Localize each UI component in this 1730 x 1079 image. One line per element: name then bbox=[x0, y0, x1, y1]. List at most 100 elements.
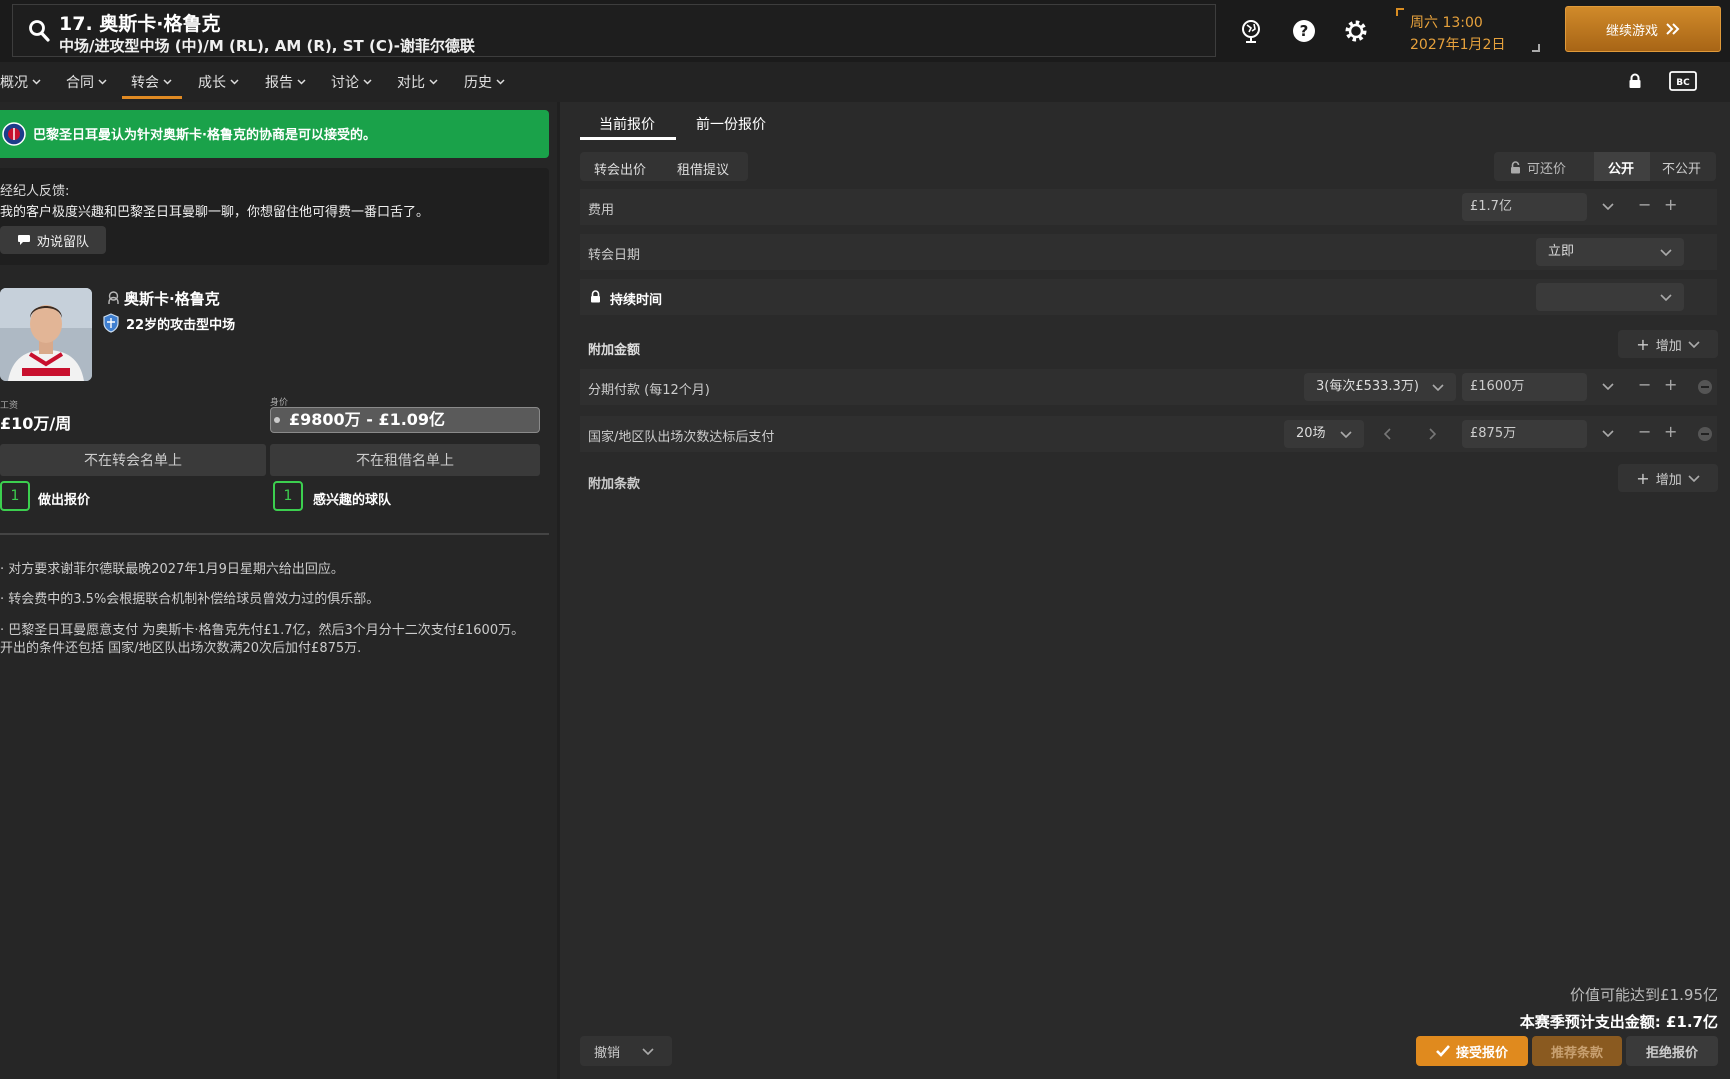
fee-row: 费用 £1.7亿 − + bbox=[580, 189, 1717, 225]
caps-amount-input[interactable]: £875万 bbox=[1462, 420, 1587, 448]
potential-value-text: 价值可能达到£1.95亿 bbox=[1570, 986, 1718, 1004]
loan-list-status: 不在租借名单上 bbox=[356, 453, 454, 469]
value-range[interactable]: £9800万 - £1.09亿 bbox=[270, 407, 540, 433]
broadcast-mode-icon[interactable]: BC bbox=[1668, 70, 1698, 92]
help-icon[interactable]: ? bbox=[1289, 16, 1319, 46]
player-search-box[interactable]: 17. 奥斯卡·格鲁克 中场/进攻型中场 (中)/M (RL), AM (R),… bbox=[12, 4, 1216, 57]
caps-decrease-button[interactable]: − bbox=[1638, 422, 1651, 441]
chevron-down-icon bbox=[1660, 294, 1672, 301]
chevron-down-icon[interactable] bbox=[1602, 383, 1614, 390]
transfer-date-row: 转会日期 立即 bbox=[580, 234, 1717, 270]
nav-discussion[interactable]: 讨论 bbox=[331, 72, 372, 92]
lock-icon[interactable] bbox=[590, 290, 601, 303]
profile-nav: 概况 合同 转会 成长 报告 讨论 对比 历史 BC bbox=[0, 62, 1730, 102]
double-chevron-right-icon bbox=[1666, 23, 1680, 35]
chevron-down-icon bbox=[297, 79, 306, 85]
value-range-text: £9800万 - £1.09亿 bbox=[289, 410, 446, 429]
date-corner-decoration bbox=[1532, 44, 1540, 52]
interested-count-badge[interactable]: 1 bbox=[273, 481, 303, 511]
globe-icon[interactable] bbox=[1236, 16, 1266, 46]
nav-reports[interactable]: 报告 bbox=[265, 72, 306, 92]
game-date[interactable]: 周六 13:00 2027年1月2日 bbox=[1396, 8, 1540, 53]
tab-previous-offer[interactable]: 前一份报价 bbox=[696, 114, 766, 134]
fee-increase-button[interactable]: + bbox=[1664, 195, 1677, 214]
offer-type-transfer[interactable]: 转会出价 bbox=[594, 159, 646, 178]
caps-increase-button[interactable]: + bbox=[1664, 422, 1677, 441]
suggest-label: 推荐条款 bbox=[1550, 1045, 1603, 1061]
add-clause-button[interactable]: + 增加 bbox=[1618, 464, 1718, 492]
agent-feedback-label: 经纪人反馈: bbox=[0, 184, 70, 199]
note-text: 巴黎圣日耳曼愿意支付 为奥斯卡·格鲁克先付£1.7亿，然后3个月分十二次支付£1… bbox=[8, 623, 525, 638]
visibility-private[interactable]: 不公开 bbox=[1662, 158, 1701, 177]
note-item: · 对方要求谢菲尔德联最晚2027年1月9日星期六给出回应。 bbox=[0, 562, 344, 577]
gear-icon[interactable] bbox=[1341, 16, 1371, 46]
reject-offer-button[interactable]: 拒绝报价 bbox=[1626, 1036, 1718, 1066]
nav-history[interactable]: 历史 bbox=[464, 72, 505, 92]
add-label: 增加 bbox=[1655, 338, 1682, 354]
offers-count-badge[interactable]: 1 bbox=[0, 481, 30, 511]
game-time: 周六 13:00 bbox=[1410, 15, 1483, 31]
chevron-down-icon bbox=[1340, 431, 1352, 438]
nav-development[interactable]: 成长 bbox=[198, 72, 239, 92]
offer-type-loan[interactable]: 租借提议 bbox=[677, 159, 729, 178]
transfer-list-status-button[interactable]: 不在转会名单上 bbox=[0, 444, 266, 476]
fee-label: 费用 bbox=[588, 203, 615, 218]
fee-amount-input[interactable]: £1.7亿 bbox=[1462, 193, 1587, 221]
persuade-to-stay-button[interactable]: 劝说留队 bbox=[0, 226, 106, 254]
extra-amounts-label: 附加金额 bbox=[588, 343, 641, 358]
undo-button[interactable]: 撤销 bbox=[580, 1036, 672, 1066]
search-icon[interactable] bbox=[27, 17, 51, 43]
negotiable-toggle[interactable]: 可还价 bbox=[1510, 158, 1566, 177]
fee-decrease-button[interactable]: − bbox=[1638, 195, 1651, 214]
note-text: 开出的条件还包括 国家/地区队出场次数满20次后加付£875万. bbox=[0, 641, 362, 656]
offers-label[interactable]: 做出报价 bbox=[38, 489, 90, 508]
speech-bubble-icon bbox=[17, 235, 30, 245]
chevron-right-icon[interactable] bbox=[1428, 428, 1436, 440]
remove-installments-icon[interactable] bbox=[1698, 380, 1712, 394]
nav-active-indicator bbox=[122, 96, 182, 99]
continue-label: 继续游戏 bbox=[1605, 23, 1658, 39]
interested-label[interactable]: 感兴趣的球队 bbox=[313, 489, 391, 508]
add-extra-amount-button[interactable]: + 增加 bbox=[1618, 330, 1718, 358]
remove-caps-bonus-icon[interactable] bbox=[1698, 427, 1712, 441]
installments-dropdown[interactable]: 3(每次£533.3万) bbox=[1304, 373, 1456, 401]
suggest-terms-button[interactable]: 推荐条款 bbox=[1532, 1036, 1622, 1066]
agent-feedback-box: 经纪人反馈: 我的客户极度兴趣和巴黎圣日耳曼聊一聊，你想留住他可得费一番口舌了。… bbox=[0, 168, 549, 265]
tab-current-offer[interactable]: 当前报价 bbox=[599, 114, 655, 134]
player-name[interactable]: 奥斯卡·格鲁克 bbox=[124, 288, 220, 309]
plus-icon: + bbox=[1636, 334, 1650, 354]
nav-label: 概况 bbox=[0, 75, 28, 91]
chevron-down-icon[interactable] bbox=[1602, 430, 1614, 437]
nav-transfer[interactable]: 转会 bbox=[131, 72, 172, 92]
page-title: 17. 奥斯卡·格鲁克 bbox=[59, 13, 221, 35]
continue-game-button[interactable]: 继续游戏 bbox=[1565, 6, 1721, 52]
chevron-left-icon[interactable] bbox=[1384, 428, 1392, 440]
chevron-down-icon bbox=[496, 79, 505, 85]
nav-compare[interactable]: 对比 bbox=[397, 72, 438, 92]
lock-icon[interactable] bbox=[1628, 73, 1642, 89]
negotiable-label: 可还价 bbox=[1527, 162, 1567, 177]
caps-count-dropdown[interactable]: 20场 bbox=[1284, 420, 1364, 448]
fee-amount-value: £1.7亿 bbox=[1470, 199, 1512, 214]
installments-increase-button[interactable]: + bbox=[1664, 375, 1677, 394]
chevron-down-icon[interactable] bbox=[1602, 203, 1614, 210]
installments-amount-input[interactable]: £1600万 bbox=[1462, 373, 1587, 401]
note-text: 对方要求谢菲尔德联最晚2027年1月9日星期六给出回应。 bbox=[8, 562, 344, 577]
player-photo[interactable] bbox=[0, 288, 92, 381]
nav-overview[interactable]: 概况 bbox=[0, 72, 41, 92]
accept-offer-button[interactable]: 接受报价 bbox=[1416, 1036, 1528, 1066]
note-item: · 转会费中的3.5%会根据联合机制补偿给球员曾效力过的俱乐部。 bbox=[0, 592, 380, 607]
loan-list-status-button[interactable]: 不在租借名单上 bbox=[270, 444, 540, 476]
transfer-date-value: 立即 bbox=[1548, 244, 1575, 259]
visibility-public[interactable]: 公开 bbox=[1608, 158, 1634, 177]
note-text: 转会费中的3.5%会根据联合机制补偿给球员曾效力过的俱乐部。 bbox=[8, 592, 380, 607]
duration-dropdown[interactable] bbox=[1536, 283, 1684, 311]
chevron-down-icon bbox=[363, 79, 372, 85]
installments-decrease-button[interactable]: − bbox=[1638, 375, 1651, 394]
nav-contract[interactable]: 合同 bbox=[66, 72, 107, 92]
transfer-date-dropdown[interactable]: 立即 bbox=[1536, 238, 1684, 266]
chevron-down-icon bbox=[1688, 340, 1700, 348]
installments-amount-value: £1600万 bbox=[1470, 379, 1525, 394]
player-positions: 中场/进攻型中场 (中)/M (RL), AM (R), ST (C)-谢菲尔德… bbox=[59, 37, 475, 55]
undo-label: 撤销 bbox=[594, 1045, 621, 1061]
